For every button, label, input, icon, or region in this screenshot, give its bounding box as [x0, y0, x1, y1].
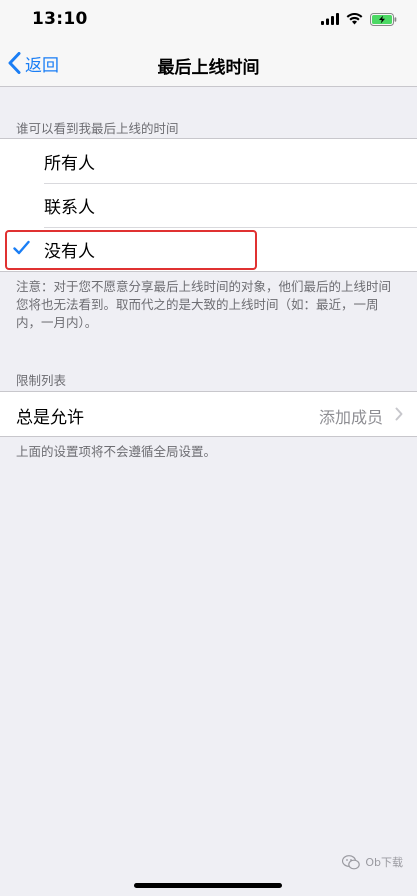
chevron-right-icon	[395, 407, 403, 421]
always-allow-row[interactable]: 总是允许 添加成员	[0, 392, 417, 436]
visibility-section-header: 谁可以看到我最后上线的时间	[16, 121, 179, 136]
navigation-bar: 返回 最后上线时间	[0, 40, 417, 87]
restrictions-section-header: 限制列表	[16, 373, 67, 388]
status-time: 13:10	[32, 9, 88, 29]
wechat-icon	[342, 854, 361, 869]
battery-charging-icon	[370, 12, 397, 26]
checkmark-icon	[13, 240, 30, 255]
watermark: Ob下载	[342, 854, 403, 870]
option-label: 所有人	[44, 153, 95, 174]
watermark-text: Ob下载	[365, 856, 403, 869]
visibility-options-group: 所有人 联系人 没有人	[0, 138, 417, 272]
visibility-note: 注意：对于您不愿意分享最后上线时间的对象，他们最后的上线时间您将也无法看到。取而…	[16, 279, 392, 330]
wifi-icon	[346, 13, 363, 25]
home-indicator[interactable]	[134, 883, 282, 888]
option-nobody[interactable]: 没有人	[0, 227, 417, 271]
page-title: 最后上线时间	[157, 58, 260, 78]
option-everyone[interactable]: 所有人	[0, 139, 417, 183]
status-bar: 13:10	[0, 0, 417, 40]
status-icons	[321, 11, 397, 27]
option-label: 没有人	[44, 241, 95, 262]
restrictions-group: 总是允许 添加成员	[0, 391, 417, 437]
restrictions-footnote: 上面的设置项将不会遵循全局设置。	[16, 444, 217, 459]
signal-icon	[321, 13, 339, 25]
always-allow-label: 总是允许	[16, 408, 84, 428]
option-contacts[interactable]: 联系人	[0, 183, 417, 227]
option-label: 联系人	[44, 197, 95, 218]
add-members-label: 添加成员	[318, 408, 383, 427]
